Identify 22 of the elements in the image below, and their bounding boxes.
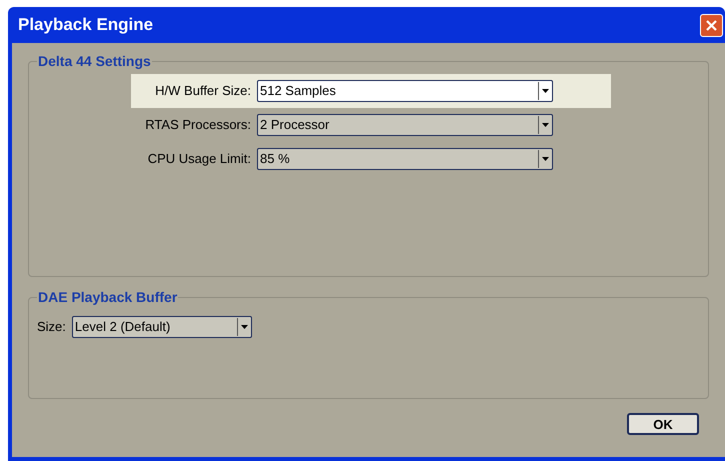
- ok-button[interactable]: OK: [627, 413, 699, 435]
- dropdown-arrow-icon: [542, 89, 549, 93]
- field-label: CPU Usage Limit:: [146, 150, 252, 168]
- field-label: H/W Buffer Size:: [154, 82, 252, 100]
- dropdown-value: Level 2 (Default): [74, 318, 172, 336]
- dropdown-arrow-icon: [240, 325, 248, 329]
- dropdown[interactable]: 2 Processor: [257, 114, 553, 136]
- field-label: RTAS Processors:: [144, 116, 252, 134]
- field-label: Size:: [37, 318, 67, 336]
- dropdown-value: 2 Processor: [259, 116, 330, 134]
- dropdown-arrow-icon: [542, 157, 549, 161]
- dropdown[interactable]: 85 %: [257, 148, 553, 170]
- dropdown-value: 85 %: [259, 150, 291, 168]
- close-icon: [705, 18, 718, 32]
- close-button[interactable]: [700, 14, 723, 36]
- dropdown[interactable]: Level 2 (Default): [72, 316, 252, 338]
- group-title: DAE Playback Buffer: [37, 288, 178, 307]
- dropdown[interactable]: 512 Samples: [257, 80, 553, 102]
- dropdown-value: 512 Samples: [259, 82, 337, 100]
- group-title: Delta 44 Settings: [37, 52, 152, 71]
- dropdown-arrow-icon: [542, 123, 549, 127]
- window-title: Playback Engine: [18, 14, 154, 36]
